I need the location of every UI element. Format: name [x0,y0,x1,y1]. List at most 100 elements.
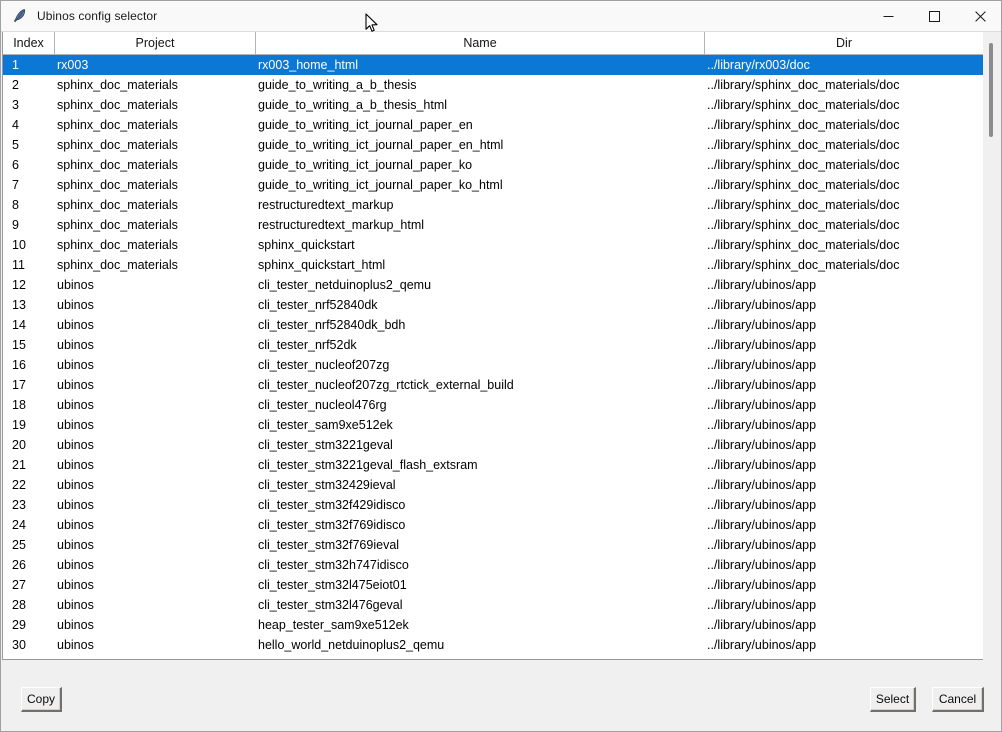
cell-project: ubinos [57,578,94,592]
table-row[interactable]: 12 ubinos cli_tester_netduinoplus2_qemu ../… [3,275,983,295]
cell-index: 12 [12,278,26,292]
cell-index: 27 [12,578,26,592]
cell-name: cli_tester_sam9xe512ek [258,418,393,432]
table-row[interactable]: 8 sphinx_doc_materials restructuredtext_ma… [3,195,983,215]
table-row[interactable]: 15 ubinos cli_tester_nrf52dk ../library/ubi… [3,335,983,355]
cell-index: 9 [12,218,19,232]
cell-dir: ../library/ubinos/app [707,298,817,312]
cell-name: guide_to_writing_a_b_thesis [258,78,417,92]
cell-name: sphinx_quickstart_html [258,258,386,272]
table-row[interactable]: 11 sphinx_doc_materials sphinx_quickstart_… [3,255,983,275]
window-controls [865,1,1001,32]
cell-name: cli_tester_stm3221geval_flash_extsram [258,458,478,472]
button-bar: Copy Select Cancel [2,661,1001,731]
cell-name: sphinx_quickstart [258,238,355,252]
table-row[interactable]: 16 ubinos cli_tester_nucleof207zg ../librar… [3,355,983,375]
cell-name: cli_tester_netduinoplus2_qemu [258,278,432,292]
vertical-scrollbar[interactable] [983,32,1000,660]
table-row[interactable]: 28 ubinos cli_tester_stm32l476geval ../libr… [3,595,983,615]
cell-index: 15 [12,338,26,352]
select-button[interactable]: Select [870,687,916,712]
copy-button[interactable]: Copy [21,687,62,712]
maximize-button[interactable] [911,1,957,32]
column-header-dir[interactable]: Dir [704,32,983,54]
cell-index: 16 [12,358,26,372]
column-header-project[interactable]: Project [54,32,255,54]
cell-name: restructuredtext_markup_html [258,218,425,232]
table-row[interactable]: 17 ubinos cli_tester_nucleof207zg_rtctick_… [3,375,983,395]
column-header-name[interactable]: Name [255,32,704,54]
column-header-index[interactable]: Index [3,32,54,54]
table-row[interactable]: 18 ubinos cli_tester_nucleol476rg ../librar… [3,395,983,415]
cell-index: 7 [12,178,19,192]
cell-dir: ../library/sphinx_doc_materials/doc [707,178,900,192]
cell-dir: ../library/ubinos/app [707,418,817,432]
cancel-button[interactable]: Cancel [932,687,984,712]
cell-dir: ../library/ubinos/app [707,498,817,512]
cell-index: 29 [12,618,26,632]
cell-dir: ../library/sphinx_doc_materials/doc [707,118,900,132]
cell-index: 24 [12,518,26,532]
cell-index: 26 [12,558,26,572]
cell-dir: ../library/ubinos/app [707,598,817,612]
cell-name: cli_tester_stm32f429idisco [258,498,406,512]
cell-name: cli_tester_stm32f769idisco [258,518,406,532]
table-row[interactable]: 30 ubinos hello_world_netduinoplus2_qemu..… [3,635,983,655]
cell-index: 30 [12,638,26,652]
cell-dir: ../library/ubinos/app [707,618,817,632]
cell-dir: ../library/ubinos/app [707,278,817,292]
table-row[interactable]: 7 sphinx_doc_materials guide_to_writing_ic… [3,175,983,195]
cell-project: ubinos [57,278,94,292]
table-row[interactable]: 10 sphinx_doc_materials sphinx_quickstart.… [3,235,983,255]
minimize-button[interactable] [865,1,911,32]
table-row[interactable]: 14 ubinos cli_tester_nrf52840dk_bdh ../libr… [3,315,983,335]
cell-index: 17 [12,378,26,392]
cell-index: 5 [12,138,19,152]
table-row[interactable]: 24 ubinos cli_tester_stm32f769idisco ../lib… [3,515,983,535]
cell-name: cli_tester_nucleol476rg [258,398,387,412]
table-row[interactable]: 6 sphinx_doc_materials guide_to_writing_ic… [3,155,983,175]
cell-name: cli_tester_stm32h747idisco [258,558,409,572]
table-row[interactable]: 29 ubinos heap_tester_sam9xe512ek ../librar… [3,615,983,635]
table-row[interactable]: 4 sphinx_doc_materials guide_to_writing_ic… [3,115,983,135]
cell-name: restructuredtext_markup [258,198,394,212]
cell-project: sphinx_doc_materials [57,238,178,252]
cell-project: ubinos [57,358,94,372]
cell-index: 6 [12,158,19,172]
cell-project: sphinx_doc_materials [57,118,178,132]
table-row[interactable]: 22 ubinos cli_tester_stm32429ieval ../libra… [3,475,983,495]
cell-index: 14 [12,318,26,332]
table-row[interactable]: 23 ubinos cli_tester_stm32f429idisco ../lib… [3,495,983,515]
table-row[interactable]: 13 ubinos cli_tester_nrf52840dk ../library/… [3,295,983,315]
cell-name: guide_to_writing_ict_journal_paper_ko [258,158,473,172]
table-row[interactable]: 27 ubinos cli_tester_stm32l475eiot01 ../lib… [3,575,983,595]
table-row[interactable]: 3 sphinx_doc_materials guide_to_writing_a_… [3,95,983,115]
table-row[interactable]: 5 sphinx_doc_materials guide_to_writing_ic… [3,135,983,155]
cell-dir: ../library/ubinos/app [707,358,817,372]
table-row[interactable]: 26 ubinos cli_tester_stm32h747idisco ../lib… [3,555,983,575]
cell-index: 1 [12,58,19,72]
cell-index: 8 [12,198,19,212]
table-row[interactable]: 19 ubinos cli_tester_sam9xe512ek ../library… [3,415,983,435]
close-button[interactable] [957,1,1001,32]
cell-name: cli_tester_nucleof207zg_rtctick_external… [258,378,514,392]
table-row[interactable]: 25 ubinos cli_tester_stm32f769ieval ../libr… [3,535,983,555]
table-row[interactable]: 2 sphinx_doc_materials guide_to_writing_a_… [3,75,983,95]
cell-project: ubinos [57,338,94,352]
cell-project: sphinx_doc_materials [57,78,178,92]
cell-index: 28 [12,598,26,612]
cell-name: hello_world_netduinoplus2_qemu [258,638,445,652]
cell-index: 21 [12,458,26,472]
table-row[interactable]: 1 rx003 rx003_home_html ../library/rx003/do… [3,55,983,75]
cell-dir: ../library/ubinos/app [707,558,817,572]
cell-dir: ../library/sphinx_doc_materials/doc [707,138,900,152]
scrollbar-thumb[interactable] [989,43,993,137]
window-title: Ubinos config selector [37,9,158,23]
cell-dir: ../library/ubinos/app [707,438,817,452]
table-row[interactable]: 20 ubinos cli_tester_stm3221geval ../librar… [3,435,983,455]
cell-project: ubinos [57,618,94,632]
cell-dir: ../library/rx003/doc [707,58,810,72]
table-row[interactable]: 21 ubinos cli_tester_stm3221geval_flash_ex… [3,455,983,475]
cell-dir: ../library/ubinos/app [707,578,817,592]
table-row[interactable]: 9 sphinx_doc_materials restructuredtext_ma… [3,215,983,235]
